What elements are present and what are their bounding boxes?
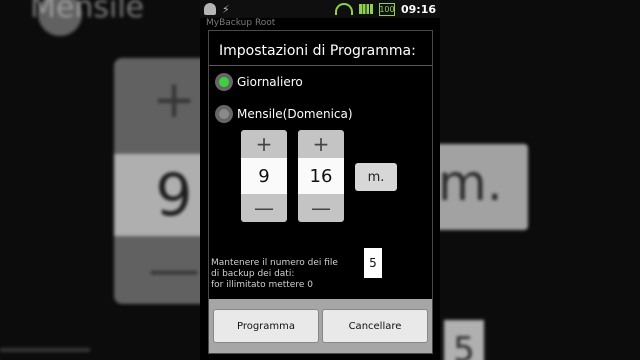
keep-label-line: Mantenere il numero dei file bbox=[211, 258, 338, 268]
hour-value[interactable]: 9 bbox=[241, 158, 287, 194]
minute-minus-button[interactable]: — bbox=[298, 194, 344, 222]
signal-icon bbox=[358, 4, 373, 14]
battery-icon: 100 bbox=[378, 2, 395, 16]
minute-picker: + 16 — bbox=[298, 130, 344, 222]
wifi-icon bbox=[334, 3, 353, 15]
keep-label-line: for illimitato mettere 0 bbox=[211, 280, 313, 290]
status-time: 09:16 bbox=[400, 2, 436, 16]
keep-label-line: di backup dei dati: bbox=[211, 269, 295, 279]
bg-text bbox=[0, 348, 90, 352]
keep-label: Mantenere il numero dei file di backup d… bbox=[211, 258, 338, 291]
radio-daily-label: Giornaliero bbox=[237, 75, 303, 89]
keep-count-input[interactable]: 5 bbox=[364, 248, 382, 278]
usb-icon: ⚡ bbox=[222, 2, 230, 16]
hour-minus-button[interactable]: — bbox=[241, 194, 287, 222]
radio-on-icon bbox=[215, 73, 233, 91]
program-button[interactable]: Programma bbox=[213, 309, 319, 343]
status-bar: ⚡ 100 09:16 bbox=[200, 0, 440, 18]
radio-off-icon bbox=[215, 105, 233, 123]
time-pickers: + 9 — + 16 — m. bbox=[209, 130, 432, 248]
minute-value[interactable]: 16 bbox=[298, 158, 344, 194]
android-icon bbox=[204, 3, 216, 15]
bg-title: Mensile bbox=[30, 0, 145, 25]
radio-daily[interactable]: Giornaliero bbox=[209, 66, 432, 98]
dialog-footer: Programma Cancellare bbox=[209, 299, 432, 353]
radio-monthly-label: Mensile(Domenica) bbox=[237, 107, 353, 121]
dialog-title: Impostazioni di Programma: bbox=[209, 31, 432, 66]
settings-dialog: Impostazioni di Programma: Giornaliero M… bbox=[208, 30, 433, 354]
hour-plus-button[interactable]: + bbox=[241, 130, 287, 158]
unit-button[interactable]: m. bbox=[355, 163, 397, 191]
radio-monthly[interactable]: Mensile(Domenica) bbox=[209, 98, 432, 130]
cancel-button[interactable]: Cancellare bbox=[322, 309, 428, 343]
minute-plus-button[interactable]: + bbox=[298, 130, 344, 158]
hour-picker: + 9 — bbox=[241, 130, 287, 222]
bg-unit-label: m. bbox=[438, 154, 503, 212]
phone-screen: ⚡ 100 09:16 MyBackup Root Impostazioni d… bbox=[200, 0, 440, 360]
keep-section: Mantenere il numero dei file di backup d… bbox=[209, 248, 432, 296]
bg-number: 5 bbox=[444, 320, 484, 360]
app-title: MyBackup Root bbox=[206, 18, 276, 28]
